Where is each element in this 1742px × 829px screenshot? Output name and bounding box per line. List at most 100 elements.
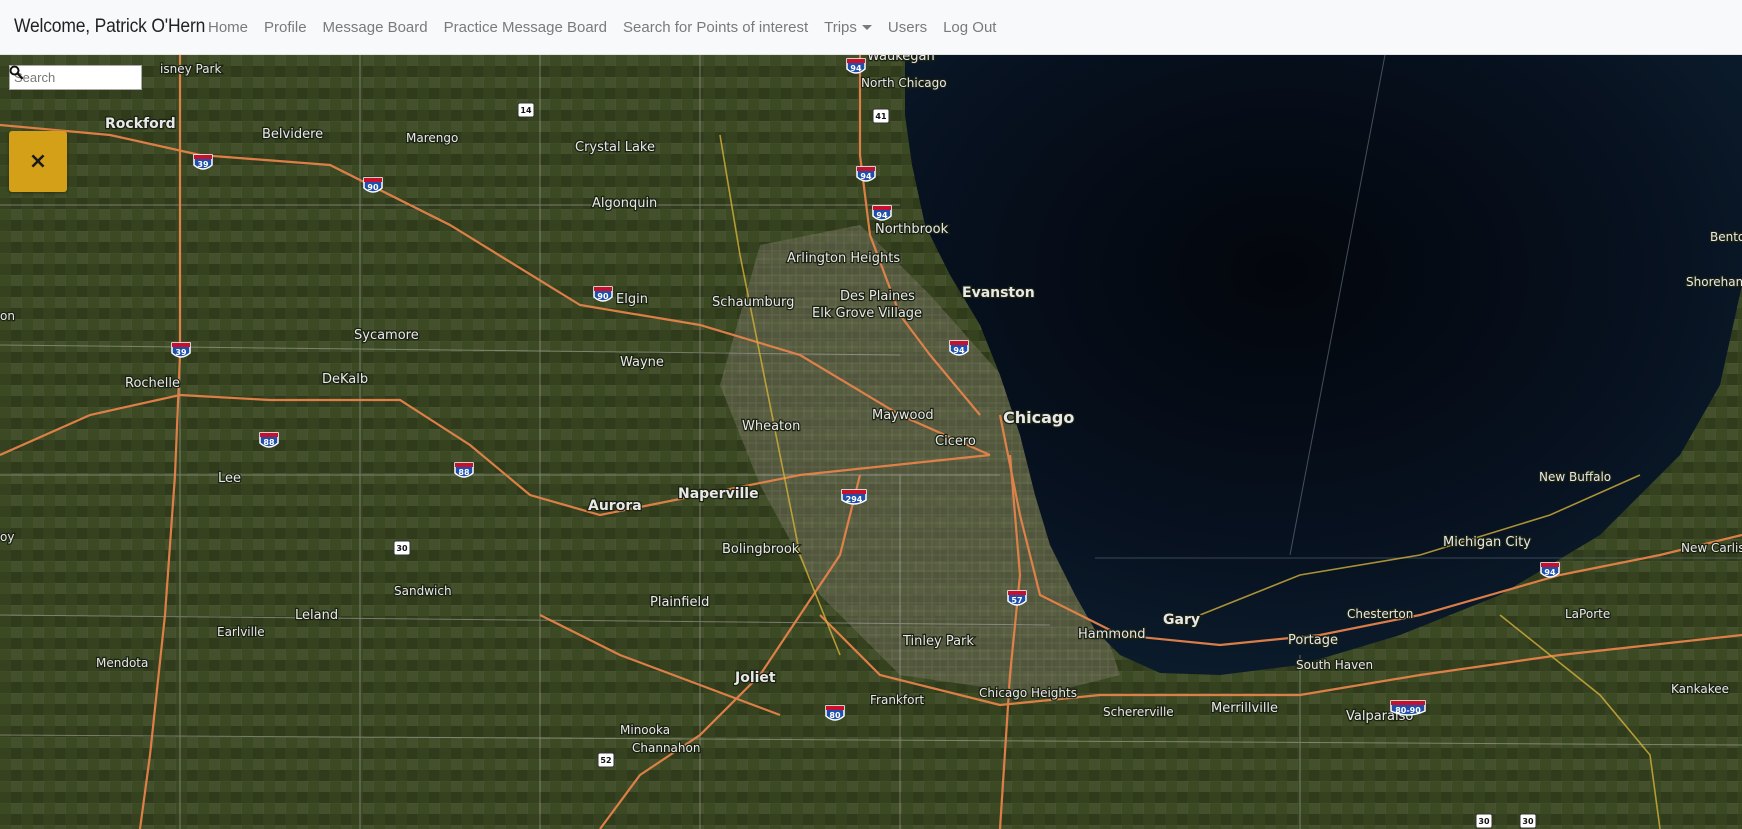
us-30-shield: 30: [1475, 813, 1493, 829]
label-rochelle: Rochelle: [125, 376, 180, 391]
label-rockford: Rockford: [105, 116, 176, 132]
us-30-shield: 30: [393, 540, 411, 556]
svg-text:80: 80: [829, 711, 841, 720]
interstate-80-90-shield: 80-90: [1390, 700, 1426, 716]
us-30-shield: 30: [1519, 813, 1537, 829]
svg-text:39: 39: [197, 160, 209, 169]
interstate-94-shield: 94: [846, 58, 866, 74]
interstate-88-shield: 88: [259, 432, 279, 448]
label-earlville: Earlville: [217, 625, 265, 639]
label-minooka: Minooka: [620, 723, 670, 737]
interstate-57-shield: 57: [1007, 590, 1027, 606]
label-dekalb: DeKalb: [322, 372, 368, 387]
label-schaumburg: Schaumburg: [712, 295, 794, 310]
label-plainfield: Plainfield: [650, 595, 709, 610]
welcome-brand[interactable]: Welcome, Patrick O'Hern: [14, 16, 205, 38]
svg-text:57: 57: [1011, 596, 1022, 605]
svg-text:88: 88: [458, 468, 470, 477]
interstate-39-shield: 39: [171, 342, 191, 358]
satellite-map: Waukegan North Chicago isney Park Rockfo…: [0, 55, 1742, 829]
label-tinley-park: Tinley Park: [902, 634, 974, 649]
svg-text:30: 30: [396, 544, 408, 553]
interstate-88-shield: 88: [454, 462, 474, 478]
label-aurora: Aurora: [588, 498, 642, 514]
nav-users-link[interactable]: Users: [880, 19, 935, 36]
svg-text:94: 94: [876, 211, 888, 220]
label-mendota: Mendota: [96, 656, 148, 670]
nav-practice-message-board-link[interactable]: Practice Message Board: [436, 19, 615, 36]
label-cicero: Cicero: [935, 434, 976, 449]
nav-trips-label: Trips: [824, 18, 857, 36]
label-crystal-lake: Crystal Lake: [575, 140, 655, 155]
label-sycamore: Sycamore: [354, 328, 419, 343]
label-bolingbrook: Bolingbrook: [722, 542, 800, 557]
interstate-94-shield: 94: [872, 205, 892, 221]
label-merrillville: Merrillville: [1211, 701, 1278, 716]
svg-text:30: 30: [1478, 817, 1490, 826]
us-41-shield: 41: [872, 108, 890, 124]
label-gary: Gary: [1163, 612, 1200, 628]
svg-text:90: 90: [367, 183, 379, 192]
nav-trips-dropdown[interactable]: Trips: [816, 19, 880, 36]
svg-text:39: 39: [175, 348, 187, 357]
label-elk-grove-village: Elk Grove Village: [812, 306, 922, 321]
svg-text:14: 14: [520, 106, 532, 115]
label-waukegan: Waukegan: [867, 55, 935, 64]
label-leland: Leland: [295, 608, 338, 623]
label-hammond: Hammond: [1078, 627, 1146, 642]
label-northbrook: Northbrook: [875, 222, 949, 237]
interstate-90-shield: 90: [593, 286, 613, 302]
svg-text:294: 294: [846, 495, 863, 504]
label-elgin: Elgin: [616, 292, 648, 307]
label-laporte: LaPorte: [1565, 607, 1610, 621]
us-14-shield: 14: [517, 102, 535, 118]
svg-text:94: 94: [1544, 568, 1556, 577]
svg-text:30: 30: [1522, 817, 1534, 826]
label-benton: Bento: [1710, 230, 1742, 244]
nav-profile-link[interactable]: Profile: [256, 19, 315, 36]
label-oy: oy: [0, 530, 14, 544]
label-michigan-city: Michigan City: [1443, 535, 1531, 550]
interstate-39-shield: 39: [193, 154, 213, 170]
interstate-94-shield: 94: [1540, 562, 1560, 578]
label-wayne: Wayne: [620, 355, 664, 370]
label-kankakee: Kankakee: [1671, 682, 1729, 696]
nav-message-board-link[interactable]: Message Board: [315, 19, 436, 36]
top-navbar: Welcome, Patrick O'Hern Home Profile Mes…: [0, 0, 1742, 55]
label-portage: Portage: [1288, 633, 1338, 648]
caret-down-icon: [861, 24, 872, 30]
label-schererville: Schererville: [1103, 705, 1174, 719]
label-chicago-heights: Chicago Heights: [979, 686, 1077, 700]
label-north-chicago: North Chicago: [861, 76, 947, 90]
nav-logout-link[interactable]: Log Out: [935, 19, 1004, 36]
label-new-buffalo: New Buffalo: [1539, 470, 1611, 484]
label-joliet: Joliet: [734, 670, 776, 686]
nav-search-poi-link[interactable]: Search for Points of interest: [615, 19, 816, 36]
close-icon: ×: [28, 149, 48, 174]
label-evanston: Evanston: [962, 285, 1035, 301]
label-wheaton: Wheaton: [742, 419, 800, 434]
svg-text:52: 52: [600, 756, 611, 765]
svg-text:94: 94: [860, 172, 872, 181]
map-canvas[interactable]: Waukegan North Chicago isney Park Rockfo…: [0, 55, 1742, 829]
map-search-input[interactable]: [9, 65, 142, 90]
nav-links: Home Profile Message Board Practice Mess…: [200, 19, 1004, 36]
label-new-carlisle: New Carlis: [1681, 541, 1742, 555]
label-frankfort: Frankfort: [870, 693, 924, 707]
label-belvidere: Belvidere: [262, 127, 323, 142]
nav-home-link[interactable]: Home: [200, 19, 256, 36]
label-shoreham: Shoreham: [1686, 275, 1742, 289]
interstate-90-shield: 90: [363, 177, 383, 193]
label-marengo: Marengo: [406, 131, 458, 145]
search-icon[interactable]: [9, 65, 23, 79]
label-disney-park: isney Park: [160, 62, 221, 76]
label-maywood: Maywood: [872, 408, 934, 423]
label-naperville: Naperville: [678, 486, 759, 502]
svg-text:80-90: 80-90: [1395, 706, 1421, 715]
interstate-294-shield: 294: [841, 489, 867, 505]
label-chesterton: Chesterton: [1347, 607, 1413, 621]
svg-text:94: 94: [953, 346, 965, 355]
label-channahon: Channahon: [632, 741, 700, 755]
close-panel-button[interactable]: ×: [9, 131, 67, 192]
label-lee: Lee: [218, 471, 241, 486]
